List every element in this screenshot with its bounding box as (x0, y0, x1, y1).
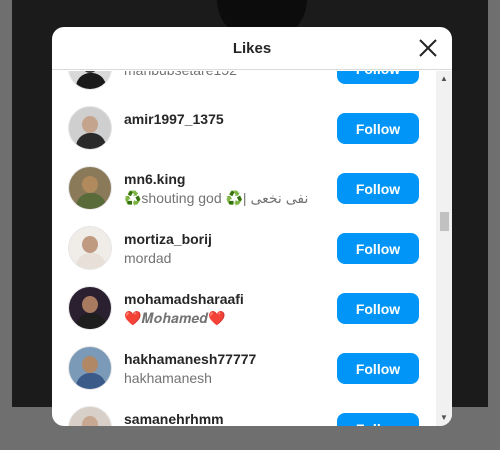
list-item: hakhamanesh77777 hakhamanesh Follow (52, 338, 436, 398)
avatar-face (82, 176, 98, 193)
likes-dialog: Likes manbubsetare152Followamir1997_1375… (52, 27, 452, 426)
avatar[interactable] (68, 346, 112, 390)
username-link[interactable]: mn6.king (124, 170, 334, 188)
user-names: hakhamanesh77777 hakhamanesh (124, 350, 334, 388)
username-link[interactable]: hakhamanesh77777 (124, 350, 334, 368)
list-item: mohamadsharaafi ❤️𝑴𝒐𝒉𝒂𝒎𝒆𝒅❤️ Follow (52, 278, 436, 338)
username-link[interactable]: amir1997_1375 (124, 110, 334, 128)
dialog-title: Likes (232, 40, 272, 57)
user-names: mortiza_borijmordad (124, 230, 334, 268)
likes-list-viewport: manbubsetare152Followamir1997_1375Follow… (52, 71, 436, 426)
avatar[interactable] (68, 166, 112, 210)
follow-button[interactable]: Follow (337, 113, 419, 144)
avatar[interactable] (68, 226, 112, 270)
user-names: mn6.king ♻️shouting god ♻️| نفی نخعی (124, 170, 334, 208)
full-name: mordad (124, 250, 172, 266)
avatar-body (76, 313, 106, 329)
full-name: hakhamanesh (124, 370, 212, 386)
scrollbar[interactable]: ▲ ▼ (436, 71, 452, 426)
avatar-body (76, 253, 106, 269)
avatar-face (82, 296, 98, 313)
avatar-face (82, 236, 98, 253)
avatar[interactable] (68, 106, 112, 150)
avatar-face (82, 416, 98, 426)
avatar[interactable] (68, 286, 112, 330)
close-icon (419, 39, 437, 57)
list-item: mortiza_borij mordad Follow (52, 218, 436, 278)
avatar-body (76, 373, 106, 389)
scroll-up-arrow[interactable]: ▲ (436, 73, 452, 85)
list-item: manbubsetare152Follow (52, 71, 436, 98)
user-names: samanehrhmmSamaneh Rahimi (124, 410, 334, 426)
follow-button[interactable]: Follow (337, 353, 419, 384)
user-names: amir1997_1375 (124, 110, 334, 128)
list-item: amir1997_1375 Follow (52, 98, 436, 158)
likes-list: manbubsetare152Followamir1997_1375Follow… (52, 71, 436, 426)
follow-button[interactable]: Follow (337, 173, 419, 204)
follow-button[interactable]: Follow (337, 71, 419, 84)
username-link[interactable]: mortiza_borij (124, 230, 334, 248)
follow-button[interactable]: Follow (337, 233, 419, 264)
follow-button[interactable]: Follow (337, 413, 419, 426)
avatar[interactable] (68, 406, 112, 426)
username-link[interactable]: samanehrhmm (124, 410, 334, 426)
dialog-header: Likes (52, 27, 452, 70)
avatar-body (76, 73, 106, 89)
list-item: mn6.king ♻️shouting god ♻️| نفی نخعی Follo… (52, 158, 436, 218)
avatar-body (76, 193, 106, 209)
avatar-face (82, 356, 98, 373)
avatar-body (76, 133, 106, 149)
full-name: ❤️𝑴𝒐𝒉𝒂𝒎𝒆𝒅❤️ (124, 310, 226, 326)
username-link[interactable]: mohamadsharaafi (124, 290, 334, 308)
user-names: mohamadsharaafi ❤️𝑴𝒐𝒉𝒂𝒎𝒆𝒅❤️ (124, 290, 334, 328)
full-name: ♻️shouting god ♻️| نفی نخعی (124, 190, 309, 206)
follow-button[interactable]: Follow (337, 293, 419, 324)
scroll-down-arrow[interactable]: ▼ (436, 412, 452, 424)
user-names: manbubsetare152 (124, 71, 334, 80)
avatar[interactable] (68, 71, 112, 90)
close-button[interactable] (418, 38, 438, 58)
scroll-thumb[interactable] (440, 212, 449, 231)
list-item: samanehrhmmSamaneh RahimiFollow (52, 398, 436, 426)
full-name: manbubsetare152 (124, 71, 334, 80)
avatar-face (82, 116, 98, 133)
